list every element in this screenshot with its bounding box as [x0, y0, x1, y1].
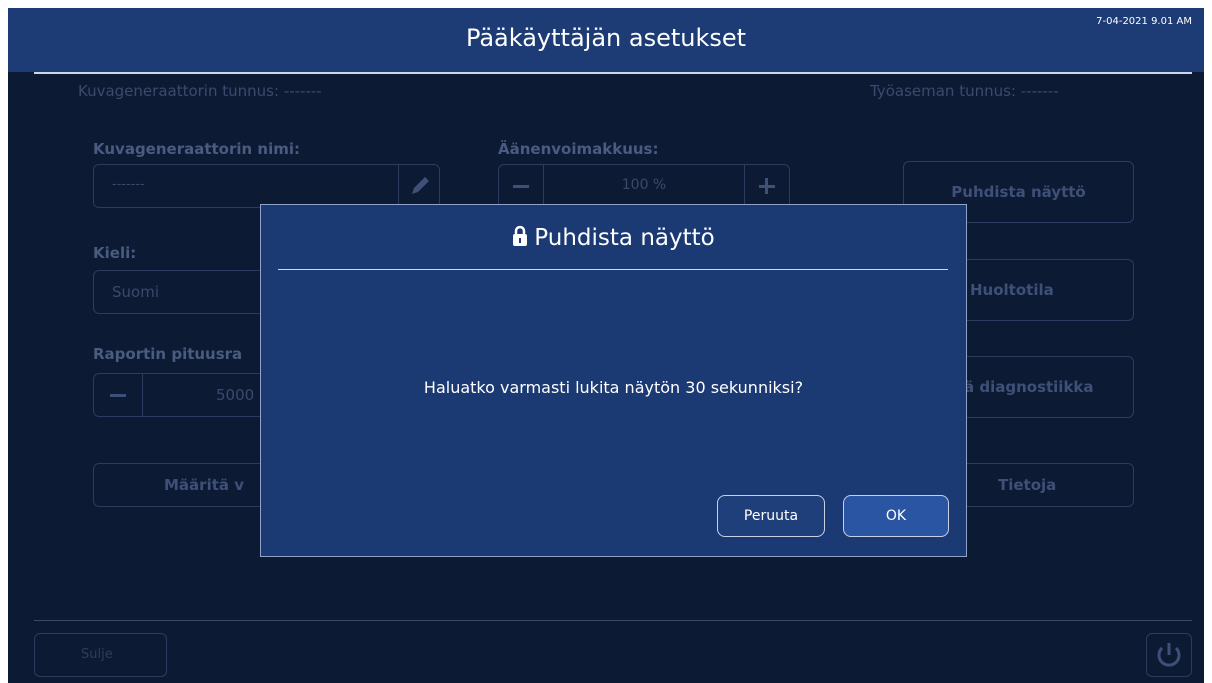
volume-label: Äänenvoimakkuus: [498, 140, 659, 158]
language-select[interactable]: Suomi [93, 270, 273, 314]
generator-name-label: Kuvageneraattorin nimi: [93, 140, 301, 158]
dialog-divider [278, 269, 948, 270]
volume-plus-button[interactable] [744, 165, 789, 207]
cancel-button[interactable]: Peruuta [717, 495, 825, 537]
dialog-title: Puhdista näyttö [261, 225, 966, 251]
report-length-value: 5000 [216, 386, 255, 404]
minus-icon [110, 394, 126, 397]
close-button[interactable]: Sulje [34, 633, 167, 677]
generator-name-value: ------- [112, 177, 145, 192]
pencil-icon[interactable] [398, 165, 439, 207]
report-minus-button[interactable] [94, 374, 143, 416]
dialog-message: Haluatko varmasti lukita näytön 30 sekun… [423, 378, 804, 397]
language-label: Kieli: [93, 244, 137, 262]
generator-id-label: Kuvageneraattorin tunnus: ------- [78, 82, 322, 100]
header-divider [34, 72, 1192, 74]
report-length-label: Raportin pituusra [93, 345, 243, 363]
generator-name-field[interactable]: ------- [93, 164, 440, 208]
header-bar: Pääkäyttäjän asetukset 7-04-2021 9.01 AM [8, 8, 1204, 72]
lock-icon [513, 225, 528, 246]
dialog-title-text: Puhdista näyttö [534, 225, 715, 251]
footer-divider [34, 620, 1192, 621]
ok-button[interactable]: OK [843, 495, 949, 537]
page-title: Pääkäyttäjän asetukset [465, 24, 747, 52]
define-button[interactable]: Määritä v [93, 463, 273, 507]
report-length-stepper: 5000 [93, 373, 273, 417]
admin-settings-screen: Pääkäyttäjän asetukset 7-04-2021 9.01 AM… [8, 8, 1204, 683]
volume-stepper: 100 % [498, 164, 790, 208]
power-button[interactable] [1146, 633, 1192, 677]
power-icon [1157, 643, 1181, 667]
workstation-id-label: Työaseman tunnus: ------- [870, 82, 1059, 100]
datetime-label: 7-04-2021 9.01 AM [1096, 16, 1192, 27]
language-value: Suomi [112, 283, 159, 301]
clean-screen-dialog: Puhdista näyttö Haluatko varmasti lukita… [260, 204, 967, 557]
